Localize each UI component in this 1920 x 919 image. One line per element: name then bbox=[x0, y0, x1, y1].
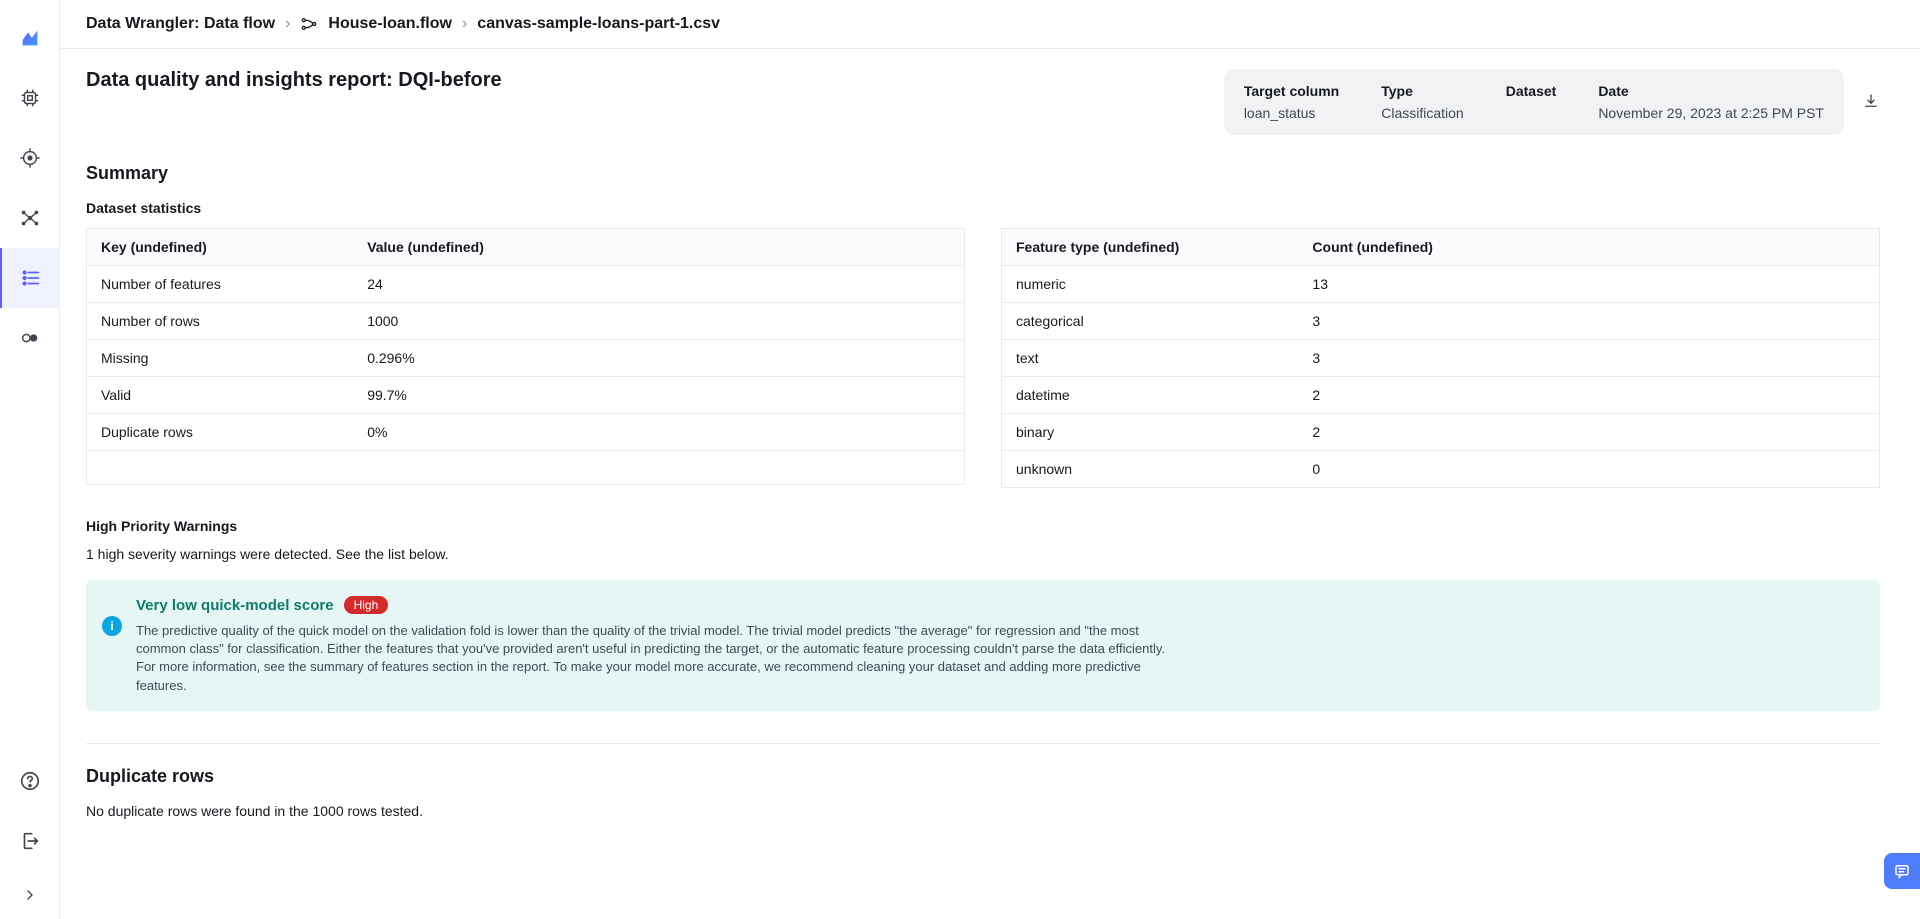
cell-value: 3 bbox=[1298, 340, 1528, 377]
left-col1-header[interactable]: Value (undefined) bbox=[353, 229, 613, 266]
table-row: Duplicate rows0% bbox=[87, 414, 965, 451]
table-row: Number of features24 bbox=[87, 266, 965, 303]
info-date-label: Date bbox=[1598, 83, 1824, 99]
dataset-stats-left-table: Key (undefined) Value (undefined) Number… bbox=[86, 228, 965, 485]
left-col0-header[interactable]: Key (undefined) bbox=[87, 229, 354, 266]
cell-value: 0% bbox=[353, 414, 613, 451]
right-col2-header bbox=[1528, 229, 1879, 266]
cell-key: Valid bbox=[87, 377, 354, 414]
nav-toggle-icon[interactable] bbox=[0, 308, 60, 368]
breadcrumb-root[interactable]: Data Wrangler: Data flow bbox=[86, 15, 275, 33]
chevron-right-icon: › bbox=[462, 15, 467, 33]
warnings-intro: 1 high severity warnings were detected. … bbox=[86, 546, 1880, 562]
severity-badge: High bbox=[344, 596, 389, 614]
info-dataset-label: Dataset bbox=[1506, 83, 1557, 99]
info-icon: i bbox=[102, 616, 122, 636]
page-title: Data quality and insights report: DQI-be… bbox=[86, 69, 502, 92]
cell-value: 13 bbox=[1298, 266, 1528, 303]
table-row: text3 bbox=[1002, 340, 1880, 377]
content-scroll[interactable]: Data quality and insights report: DQI-be… bbox=[60, 49, 1920, 919]
nav-help-icon[interactable] bbox=[0, 751, 60, 811]
cell-value: 24 bbox=[353, 266, 613, 303]
report-info-card: Target column Type Dataset Date loan_sta… bbox=[1224, 69, 1844, 135]
table-row: categorical3 bbox=[1002, 303, 1880, 340]
table-row: datetime2 bbox=[1002, 377, 1880, 414]
nav-chip-icon[interactable] bbox=[0, 68, 60, 128]
table-row: unknown0 bbox=[1002, 451, 1880, 488]
nav-target-icon[interactable] bbox=[0, 128, 60, 188]
duplicates-heading: Duplicate rows bbox=[86, 766, 1880, 787]
nav-list-icon[interactable] bbox=[0, 248, 60, 308]
table-row: numeric13 bbox=[1002, 266, 1880, 303]
table-row: Valid99.7% bbox=[87, 377, 965, 414]
breadcrumb-flow[interactable]: House-loan.flow bbox=[328, 15, 452, 33]
info-date-value: November 29, 2023 at 2:25 PM PST bbox=[1598, 105, 1824, 121]
cell-value: 2 bbox=[1298, 414, 1528, 451]
summary-heading: Summary bbox=[86, 163, 1880, 184]
logo-icon[interactable] bbox=[0, 8, 60, 68]
cell-key: numeric bbox=[1002, 266, 1299, 303]
cell-value: 1000 bbox=[353, 303, 613, 340]
chat-icon[interactable] bbox=[1884, 853, 1920, 889]
cell-key: Number of rows bbox=[87, 303, 354, 340]
info-target-label: Target column bbox=[1244, 83, 1339, 99]
cell-key: text bbox=[1002, 340, 1299, 377]
left-sidebar bbox=[0, 0, 60, 919]
info-dataset-value bbox=[1506, 105, 1557, 121]
cell-key: datetime bbox=[1002, 377, 1299, 414]
right-col0-header[interactable]: Feature type (undefined) bbox=[1002, 229, 1299, 266]
cell-value: 0.296% bbox=[353, 340, 613, 377]
breadcrumb-file[interactable]: canvas-sample-loans-part-1.csv bbox=[477, 15, 720, 33]
info-type-label: Type bbox=[1381, 83, 1463, 99]
chevron-right-icon: › bbox=[285, 15, 290, 33]
cell-key: unknown bbox=[1002, 451, 1299, 488]
cell-key: Missing bbox=[87, 340, 354, 377]
alert-title: Very low quick-model score bbox=[136, 597, 334, 614]
table-row: binary2 bbox=[1002, 414, 1880, 451]
cell-key: binary bbox=[1002, 414, 1299, 451]
warnings-heading: High Priority Warnings bbox=[86, 518, 1880, 534]
alert-body: The predictive quality of the quick mode… bbox=[136, 622, 1186, 695]
cell-value: 3 bbox=[1298, 303, 1528, 340]
nav-graph-icon[interactable] bbox=[0, 188, 60, 248]
cell-value: 99.7% bbox=[353, 377, 613, 414]
breadcrumb: Data Wrangler: Data flow › House-loan.fl… bbox=[60, 0, 1920, 49]
section-divider bbox=[86, 743, 1880, 744]
info-type-value: Classification bbox=[1381, 105, 1463, 121]
main-area: Data Wrangler: Data flow › House-loan.fl… bbox=[60, 0, 1920, 919]
dataset-stats-right-table: Feature type (undefined) Count (undefine… bbox=[1001, 228, 1880, 488]
cell-value: 2 bbox=[1298, 377, 1528, 414]
flow-icon bbox=[300, 15, 318, 33]
cell-key: Number of features bbox=[87, 266, 354, 303]
cell-key: Duplicate rows bbox=[87, 414, 354, 451]
info-target-value: loan_status bbox=[1244, 105, 1339, 121]
table-row: Missing0.296% bbox=[87, 340, 965, 377]
right-col1-header[interactable]: Count (undefined) bbox=[1298, 229, 1528, 266]
cell-value: 0 bbox=[1298, 451, 1528, 488]
expand-sidebar-icon[interactable] bbox=[0, 871, 60, 919]
nav-logout-icon[interactable] bbox=[0, 811, 60, 871]
download-icon[interactable] bbox=[1862, 92, 1880, 113]
left-col2-header bbox=[613, 229, 964, 266]
warning-alert: i Very low quick-model score High The pr… bbox=[86, 580, 1880, 711]
dataset-statistics-heading: Dataset statistics bbox=[86, 200, 1880, 216]
duplicates-text: No duplicate rows were found in the 1000… bbox=[86, 803, 1880, 819]
table-row: Number of rows1000 bbox=[87, 303, 965, 340]
cell-key: categorical bbox=[1002, 303, 1299, 340]
